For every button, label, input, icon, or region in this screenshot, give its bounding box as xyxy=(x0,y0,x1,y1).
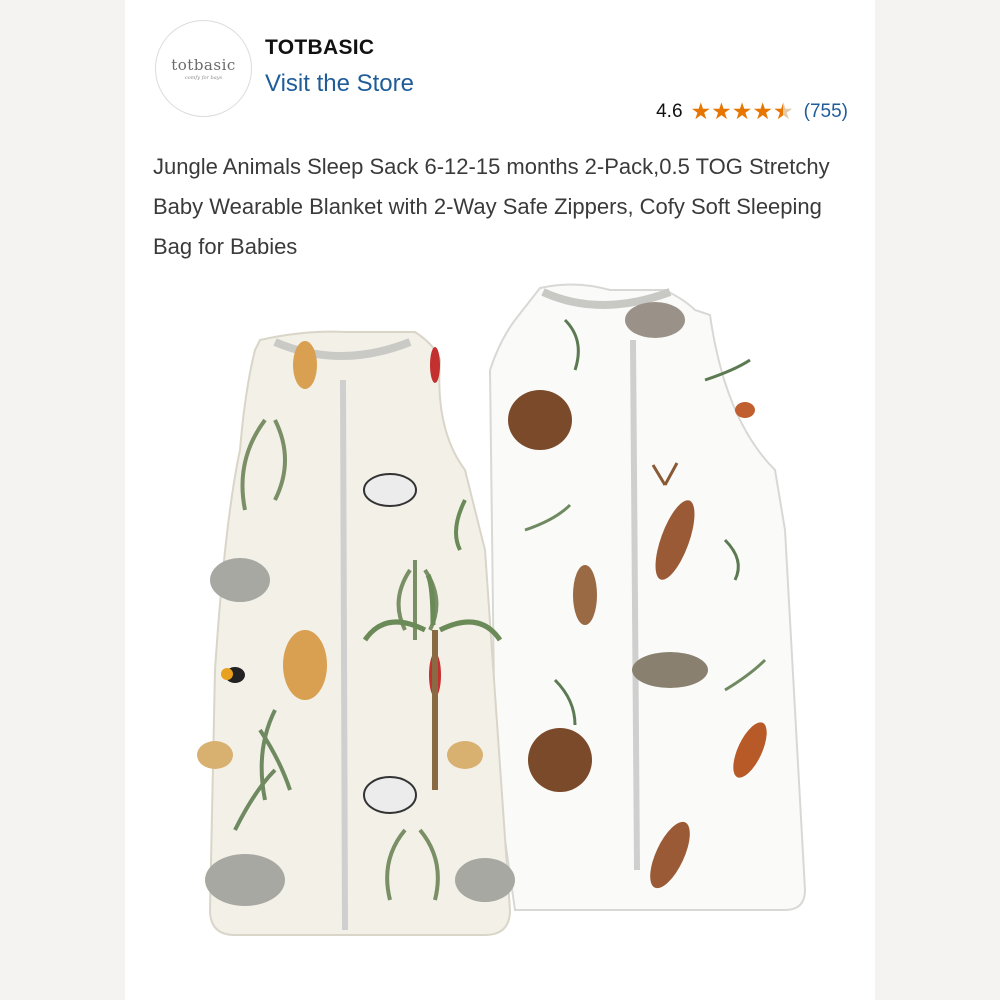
store-logo[interactable]: totbasic comfy for bays xyxy=(155,20,252,117)
product-title: Jungle Animals Sleep Sack 6-12-15 months… xyxy=(153,154,830,259)
rating-summary[interactable]: 4.6 ★ ★ ★ ★ ★ (755) xyxy=(656,98,848,124)
star-rating: ★ ★ ★ ★ ★ xyxy=(690,98,794,124)
half-star-icon: ★ xyxy=(773,100,794,124)
rating-count-link[interactable]: (755) xyxy=(804,101,848,123)
woodland-sleep-sack xyxy=(488,283,807,911)
rating-value: 4.6 xyxy=(656,100,683,122)
star-icon: ★ xyxy=(711,98,732,124)
star-icon: ★ xyxy=(752,98,774,124)
jungle-sleep-sack xyxy=(197,330,515,936)
visit-store-link[interactable]: Visit the Store xyxy=(265,70,414,98)
product-image[interactable] xyxy=(165,270,835,970)
logo-wordmark: totbasic xyxy=(171,56,236,74)
star-icon: ★ xyxy=(690,98,712,124)
brand-name: TOTBASIC xyxy=(265,36,375,59)
star-icon: ★ xyxy=(731,98,753,124)
logo-tagline: comfy for bays xyxy=(184,75,223,81)
